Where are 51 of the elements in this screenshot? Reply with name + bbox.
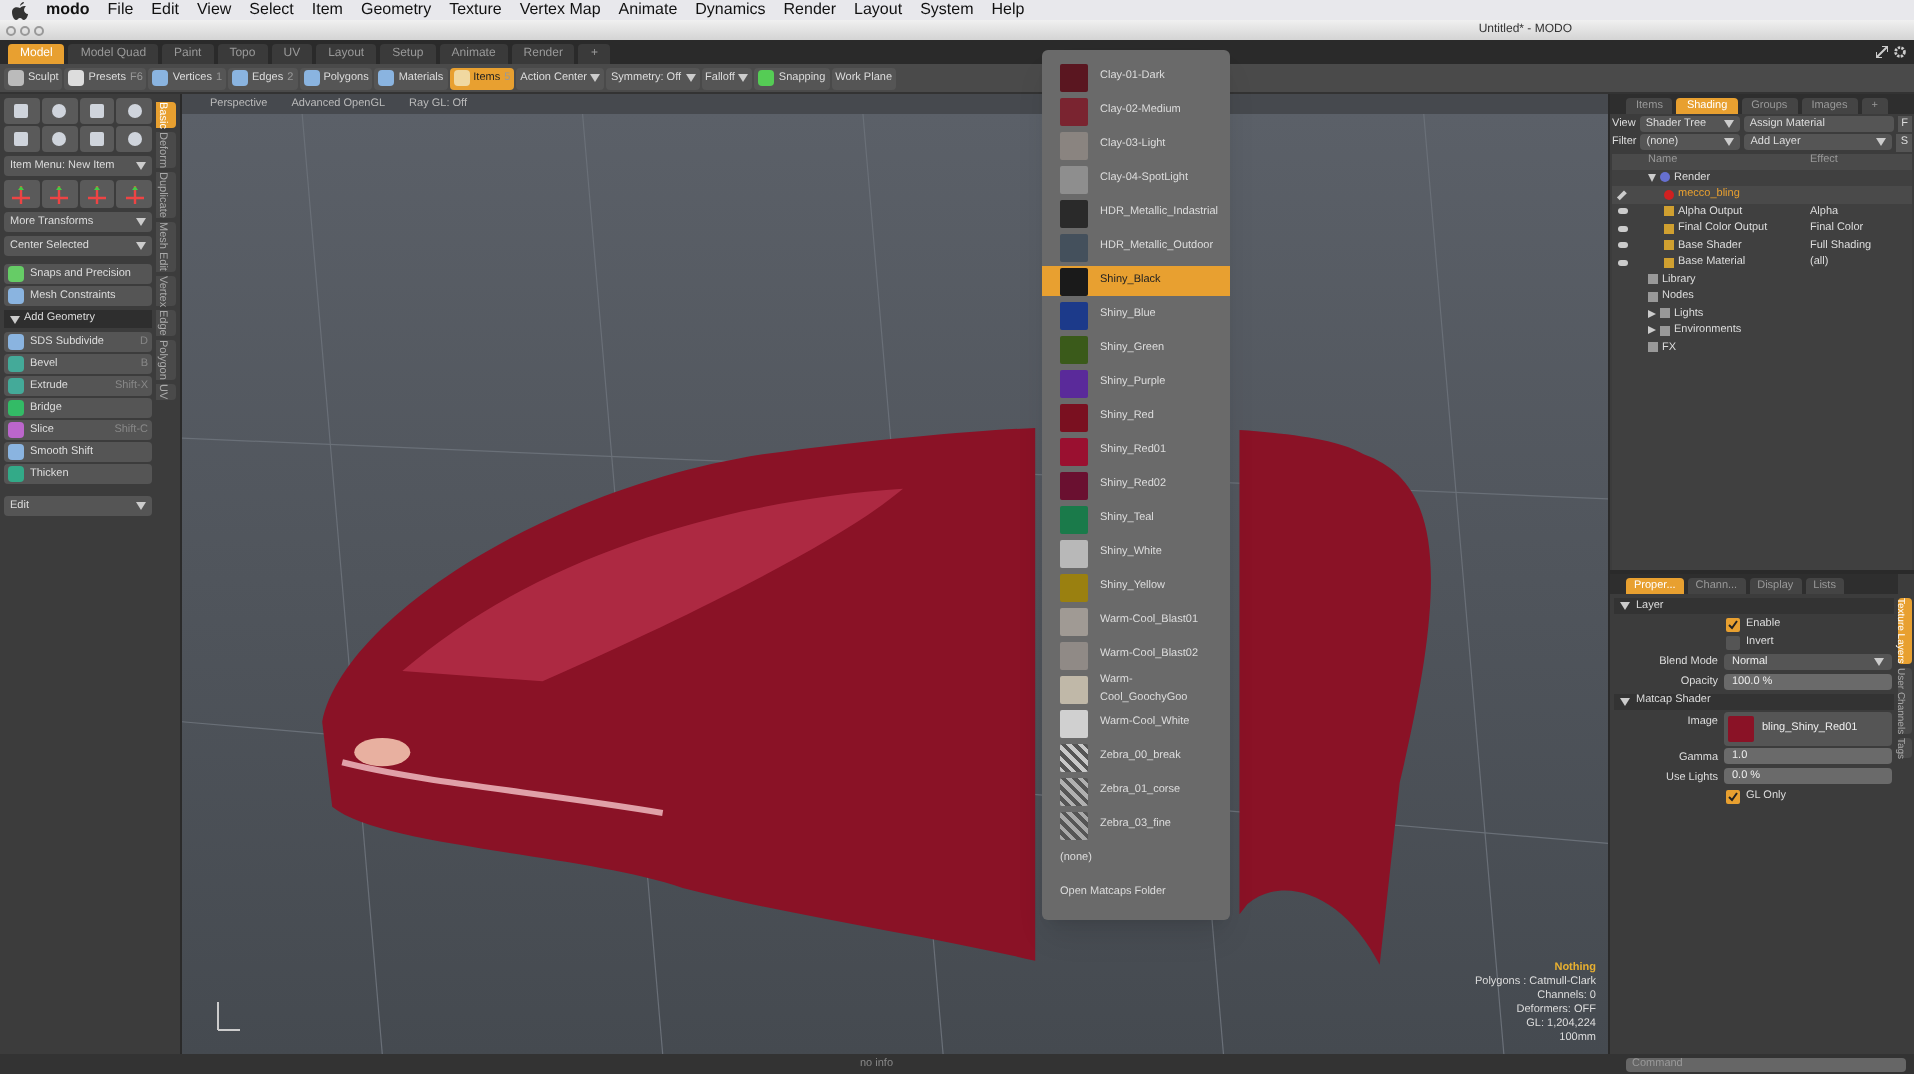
cube-icon [152, 70, 169, 86]
caret-icon [1874, 657, 1884, 666]
sphere-tool-button[interactable] [41, 98, 77, 124]
menu-item[interactable]: Layout [854, 0, 903, 22]
menu-item[interactable]: View [196, 0, 232, 22]
axis-icon [214, 998, 242, 1034]
menu-item[interactable]: Animate [618, 0, 678, 22]
expand-arrow-icon[interactable] [1648, 309, 1656, 318]
checkbox[interactable] [1726, 635, 1740, 649]
menu-item[interactable]: Edit [151, 0, 179, 22]
cube-tool-button[interactable] [4, 98, 40, 124]
cube-icon [303, 70, 320, 86]
cube-icon [378, 70, 395, 86]
cube-icon [14, 104, 29, 118]
cube-icon [232, 70, 249, 86]
menu-item[interactable]: File [107, 0, 134, 22]
move-icon [50, 185, 69, 203]
collapse-arrow-icon[interactable] [1648, 173, 1656, 182]
menu-item[interactable]: Render [783, 0, 837, 22]
checkbox[interactable] [1726, 617, 1740, 631]
caret-icon [1876, 138, 1887, 147]
caret-icon [685, 74, 696, 82]
app-name[interactable]: modo [46, 0, 90, 22]
caret-icon [1620, 697, 1630, 705]
checkbox[interactable] [1726, 789, 1740, 803]
menu-item[interactable]: Select [249, 0, 294, 22]
checkmark-icon [1728, 791, 1738, 801]
expand-arrow-icon[interactable] [1648, 326, 1656, 335]
caret-icon [136, 162, 146, 170]
move-icon [12, 185, 31, 203]
menu-item[interactable]: Texture [449, 0, 502, 22]
caret-icon [590, 74, 601, 82]
cube-icon [453, 70, 470, 86]
caret-icon [136, 242, 146, 250]
caret-icon [136, 218, 146, 226]
checkmark-icon [1728, 619, 1738, 629]
move-tool-button[interactable] [41, 180, 77, 208]
matcap-thumbnail [1728, 715, 1754, 741]
caret-icon [738, 74, 749, 82]
caret-icon [136, 502, 146, 510]
menu-item[interactable]: Geometry [360, 0, 432, 22]
apple-icon[interactable] [12, 1, 28, 19]
settings-icon[interactable] [1894, 46, 1906, 58]
menu-item[interactable]: System [920, 0, 974, 22]
caret-icon [1620, 602, 1630, 610]
menu-item[interactable]: Help [991, 0, 1025, 22]
caret-icon [10, 315, 20, 323]
menu-item[interactable]: Item [311, 0, 343, 22]
expand-icon[interactable] [1876, 46, 1888, 58]
menu-item[interactable]: Vertex Map [519, 0, 601, 22]
menu-item[interactable]: Dynamics [695, 0, 766, 22]
